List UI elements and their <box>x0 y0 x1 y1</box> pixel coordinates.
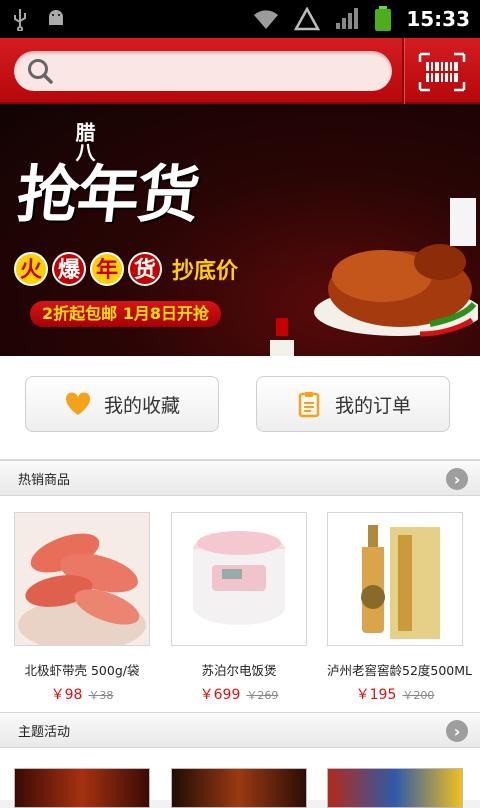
search-box[interactable] <box>14 51 392 91</box>
wifi-icon <box>254 10 279 29</box>
product-image <box>14 512 150 646</box>
favorites-button[interactable]: 我的收藏 <box>25 376 219 432</box>
activity-thumbnail[interactable] <box>14 768 150 808</box>
product-image <box>327 512 463 646</box>
orders-label: 我的订单 <box>334 394 411 417</box>
search-input[interactable] <box>64 51 392 91</box>
top-header <box>0 38 480 104</box>
banner-title: 抢年货 <box>13 158 202 231</box>
chevron-right-icon[interactable]: › <box>446 468 468 490</box>
banner-tag-3: 年 <box>90 252 124 286</box>
product-price: ￥98 ￥38 <box>14 684 150 704</box>
chevron-right-icon[interactable]: › <box>446 720 468 742</box>
hot-products-title: 热销商品 <box>18 472 71 488</box>
banner-tag-4: 货 <box>128 252 162 286</box>
product-price: ￥195 ￥200 <box>327 684 463 704</box>
banner-tag-tail: 抄底价 <box>172 259 239 284</box>
status-bar: 15:33 <box>0 0 480 38</box>
product-card[interactable]: 苏泊尔电饭煲 ￥699 ￥269 <box>171 512 307 703</box>
product-name: 苏泊尔电饭煲 <box>201 663 277 678</box>
battery-icon <box>375 6 392 31</box>
favorites-label: 我的收藏 <box>103 394 180 417</box>
roast-duck-image <box>314 198 478 337</box>
product-name: 北极虾带壳 500g/袋 <box>24 663 140 678</box>
hot-products-header[interactable]: 热销商品 › <box>0 460 480 496</box>
clipboard-icon <box>298 392 320 418</box>
quick-actions: 我的收藏 我的订单 <box>0 356 480 460</box>
original-price: ￥38 <box>88 689 114 702</box>
android-debug-icon <box>49 10 63 25</box>
product-card[interactable]: 北极虾带壳 500g/袋 ￥98 ￥38 <box>14 512 150 703</box>
orders-button[interactable]: 我的订单 <box>256 376 450 432</box>
activity-thumbnail[interactable] <box>327 768 463 808</box>
signal-bars-icon <box>336 8 359 29</box>
promo-banner[interactable]: 腊八 抢年货 火 爆 年 货 抄底价 2折起包邮 1月8日开抢 <box>0 104 480 356</box>
hot-products-list: 北极虾带壳 500g/袋 ￥98 ￥38 苏泊尔电饭煲 ￥699 ￥269 泸州… <box>0 496 480 712</box>
liquor-bottle-image <box>270 318 294 356</box>
theme-activities-title: 主题活动 <box>18 724 71 740</box>
heart-icon <box>65 392 91 415</box>
banner-tag-2: 爆 <box>52 252 86 286</box>
product-price: ￥699 ￥269 <box>171 684 307 704</box>
original-price: ￥269 <box>246 689 279 702</box>
current-price: ￥98 <box>50 687 83 703</box>
no-signal-triangle-icon <box>294 7 321 31</box>
banner-tags: 火 爆 年 货 抄底价 <box>14 252 238 286</box>
activity-thumbnail[interactable] <box>171 768 307 808</box>
current-price: ￥195 <box>355 687 397 703</box>
usb-icon <box>14 9 26 31</box>
current-price: ￥699 <box>199 687 241 703</box>
clock: 15:33 <box>406 7 470 31</box>
header-divider <box>402 38 404 104</box>
barcode-scan-icon[interactable] <box>418 52 466 92</box>
banner-tag-1: 火 <box>14 252 48 286</box>
search-icon <box>28 59 53 84</box>
theme-activities-list <box>0 748 480 808</box>
product-image <box>171 512 307 646</box>
shrimp-image <box>15 513 149 645</box>
baijiu-bottle-image <box>328 513 462 645</box>
theme-activities-header[interactable]: 主题活动 › <box>0 712 480 748</box>
banner-promo-pill: 2折起包邮 1月8日开抢 <box>30 301 221 327</box>
product-card[interactable]: 泸州老窖窖龄52度500ML ￥195 ￥200 <box>327 512 473 703</box>
rice-cooker-image <box>172 513 306 645</box>
product-name: 泸州老窖窖龄52度500ML <box>327 663 473 678</box>
original-price: ￥200 <box>402 689 435 702</box>
